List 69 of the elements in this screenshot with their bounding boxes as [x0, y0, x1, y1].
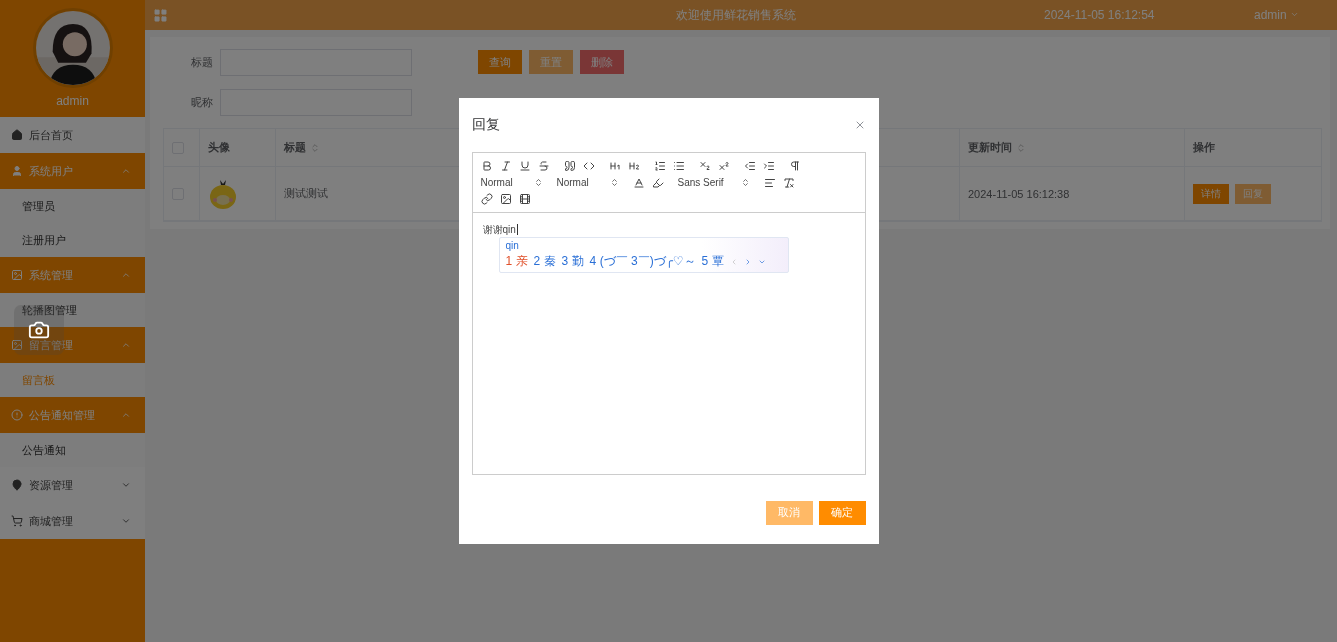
column-header: 头像 [208, 140, 230, 155]
image-icon [11, 269, 23, 281]
dialog-button[interactable]: 确定 [818, 500, 866, 525]
column-header: 标题 [284, 140, 306, 155]
user-icon [11, 165, 23, 177]
text-color-icon[interactable] [632, 176, 645, 189]
candidate[interactable]: 1 亲 [505, 253, 528, 270]
home-icon [11, 129, 23, 141]
rich-text-editor[interactable]: Normal Normal Sans Serif 谢谢qin qin 1 亲 2 秦 3 勤 4 (づ￣ 3￣)づ╭♡～ 5 覃 [471, 152, 866, 475]
menu-item[interactable]: 后台首页 [0, 117, 145, 153]
superscript-icon[interactable] [717, 159, 730, 172]
column-header: 更新时间 [968, 140, 1012, 155]
user-name: admin [56, 94, 89, 108]
chevron-down-icon [121, 516, 131, 526]
candidate[interactable]: 4 (づ￣ 3￣)づ╭♡～ [589, 253, 696, 270]
field-label: 昵称 [190, 94, 214, 110]
dialog-title: 回复 [471, 116, 500, 134]
cart-icon [11, 515, 23, 527]
strikethrough-icon[interactable] [537, 159, 550, 172]
camera-icon [28, 319, 50, 341]
subscript-icon[interactable] [698, 159, 711, 172]
highlighter-icon[interactable] [651, 176, 664, 189]
bullet-list-icon[interactable] [672, 159, 685, 172]
candidate[interactable]: 3 勤 [561, 253, 584, 270]
menu-item[interactable]: 资源管理 [0, 467, 145, 503]
caret-icon [1290, 10, 1300, 19]
submenu-item[interactable]: 公告通知 [0, 433, 145, 467]
action-button[interactable]: 删除 [580, 50, 624, 74]
format-select[interactable]: Sans Serif [677, 177, 750, 188]
composition-text: qin [505, 240, 520, 251]
format-select[interactable]: Normal [556, 177, 619, 188]
pin-icon [11, 479, 23, 491]
image-icon [11, 339, 23, 351]
updown-icon [533, 178, 543, 187]
submenu-item[interactable]: 轮播图管理 [0, 293, 145, 327]
chevron-up-icon [121, 340, 131, 350]
bold-icon[interactable] [480, 159, 493, 172]
link-icon[interactable] [480, 193, 493, 206]
film-icon[interactable] [518, 193, 531, 206]
column-header: 操作 [1193, 140, 1215, 155]
format-select[interactable]: Normal [480, 177, 543, 188]
chevron-down-icon [121, 480, 131, 490]
quote-icon[interactable] [563, 159, 576, 172]
outdent-icon[interactable] [743, 159, 756, 172]
underline-icon[interactable] [518, 159, 531, 172]
clear-format-icon[interactable] [782, 176, 795, 189]
indent-icon[interactable] [762, 159, 775, 172]
ordered-list-icon[interactable] [653, 159, 666, 172]
chevron-up-icon [121, 410, 131, 420]
table-cell: 测试测试 [284, 186, 328, 201]
italic-icon[interactable] [499, 159, 512, 172]
app-title: 欢迎使用鲜花销售系统 [675, 6, 797, 24]
table-cell: 2024-11-05 16:12:38 [968, 187, 1070, 200]
menu-item[interactable]: 商城管理 [0, 503, 145, 539]
field-label: 标题 [190, 54, 214, 70]
candidate[interactable]: 2 秦 [533, 253, 556, 270]
pilcrow-icon[interactable] [788, 159, 801, 172]
updown-icon [609, 178, 619, 187]
submenu-item[interactable]: 管理员 [0, 189, 145, 223]
alert-icon [11, 409, 23, 421]
editor-text: 谢谢qin [482, 224, 518, 235]
candidate[interactable]: 5 覃 [701, 253, 724, 270]
chevron-up-icon [121, 270, 131, 280]
updown-icon [740, 178, 750, 187]
chevron-up-icon [121, 166, 131, 176]
image-icon[interactable] [499, 193, 512, 206]
align-left-icon[interactable] [763, 176, 776, 189]
date-time: 2024-11-05 16:12:54 [1044, 8, 1156, 22]
submenu-item[interactable]: 注册用户 [0, 223, 145, 257]
